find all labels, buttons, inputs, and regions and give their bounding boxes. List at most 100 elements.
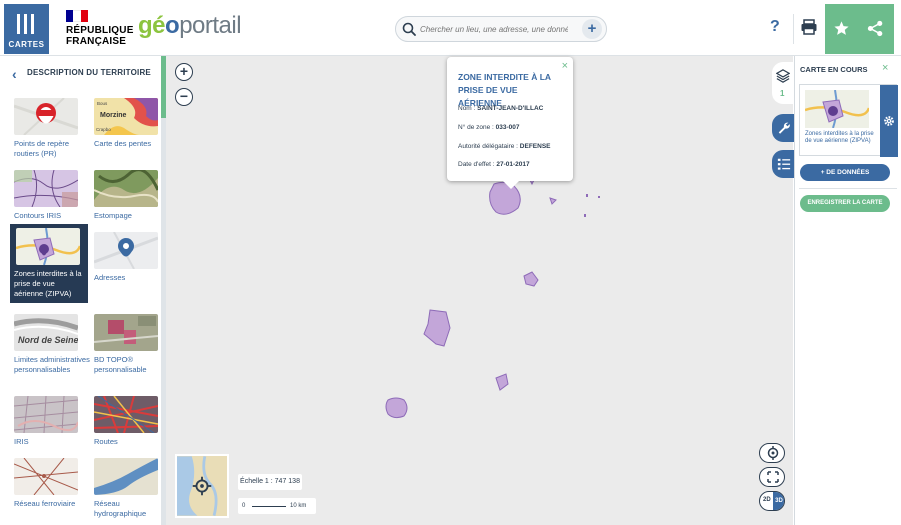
tile-thumbnail (94, 170, 158, 207)
tile-label: BD TOPO® personnalisable (94, 355, 147, 374)
svg-text:Morzine: Morzine (100, 112, 127, 119)
popup-row-effective-date: Date d'effet : 27-01-2017 (458, 161, 530, 168)
layer-tile-bdtopo[interactable]: BD TOPO® personnalisable (94, 314, 163, 375)
overview-minimap[interactable] (175, 454, 229, 518)
print-icon[interactable] (800, 18, 818, 36)
scale-ratio: Échelle 1 : 747 138 (238, 474, 302, 490)
tile-thumbnail (94, 458, 158, 495)
tile-label: Réseau hydrographique (94, 499, 147, 518)
scale-bar: 0 10 km (238, 498, 316, 514)
cartes-menu-button[interactable]: CARTES (4, 4, 49, 54)
layer-tile-iris[interactable]: IRIS (14, 396, 90, 447)
popup-row-name: Nom : SAINT-JEAN-D'ILLAC (458, 105, 544, 112)
map-pin-icon (14, 98, 78, 135)
tools-tab[interactable] (772, 114, 794, 142)
back-chevron-icon[interactable]: ‹ (12, 66, 17, 82)
tile-thumbnail (14, 458, 78, 495)
tile-thumbnail (94, 314, 158, 351)
layer-tile-points-repere[interactable]: Points de repère routiers (PR) (14, 98, 90, 159)
zoom-in-button[interactable]: + (175, 63, 193, 81)
tile-label: Estompage (94, 211, 132, 220)
zone-polygon (495, 373, 509, 391)
wrench-icon (778, 122, 790, 134)
railway-thumbnail-art (14, 458, 78, 495)
layer-tile-adresses[interactable]: Adresses (94, 232, 163, 283)
layers-count: 1 (780, 89, 785, 98)
zone-dot (586, 194, 588, 197)
layer-tile-reseau-ferroviaire[interactable]: Réseau ferroviaire (14, 458, 90, 509)
hamburger-icon (17, 14, 35, 34)
tile-label: Réseau ferroviaire (14, 499, 76, 508)
tile-label: IRIS (14, 437, 29, 446)
search-input[interactable] (418, 21, 570, 37)
app-header: CARTES RÉPUBLIQUE FRANÇAISE géoportail +… (0, 0, 901, 56)
tile-label: Routes (94, 437, 118, 446)
geoportail-logo[interactable]: géoportail (138, 12, 242, 40)
zone-polygon (385, 397, 408, 419)
zipva-thumbnail-art (16, 228, 80, 265)
tile-thumbnail (94, 396, 158, 433)
favorite-button[interactable] (825, 4, 858, 54)
minimap-art (177, 456, 218, 516)
republique-francaise-logo: RÉPUBLIQUE FRANÇAISE (66, 10, 134, 47)
limites-thumbnail-art: Nord de Seine (14, 318, 78, 345)
tile-thumbnail (14, 170, 78, 207)
zone-polygon (423, 309, 451, 347)
layer-tile-contours-iris[interactable]: Contours IRIS (14, 170, 90, 221)
iris-thumbnail-art (14, 396, 78, 433)
share-icon (867, 20, 883, 37)
address-pin-icon (94, 232, 158, 269)
crosshair-icon (767, 446, 779, 460)
save-map-button[interactable]: ENREGISTRER LA CARTE (800, 195, 890, 212)
zone-dot (598, 196, 600, 198)
tile-label: Limites administratives personnalisables (14, 355, 90, 374)
estompage-thumbnail-art (94, 170, 158, 207)
layer-tile-carte-pentes[interactable]: Bous Morzine Crapbo Carte des pentes (94, 98, 163, 149)
cartes-menu-label: CARTES (8, 40, 45, 49)
search-advanced-button[interactable]: + (582, 19, 602, 39)
pentes-thumbnail-art: Bous Morzine Crapbo (96, 98, 158, 135)
toggle-2d[interactable]: 2D (763, 497, 771, 503)
current-map-title: CARTE EN COURS (800, 65, 868, 74)
feature-info-popup: × ZONE INTERDITE À LA PRISE DE VUE AÉRIE… (447, 57, 573, 189)
routes-thumbnail-art (94, 396, 158, 433)
view-mode-toggle[interactable]: 2D 3D (759, 491, 785, 511)
layer-settings-button[interactable] (880, 85, 898, 157)
help-button[interactable]: ? (770, 18, 780, 36)
iris-contours-thumbnail-art (14, 170, 78, 207)
tile-label: Points de repère routiers (PR) (14, 139, 70, 158)
tile-label: Carte des pentes (94, 139, 152, 148)
layer-tile-estompage[interactable]: Estompage (94, 170, 163, 221)
layer-tile-routes[interactable]: Routes (94, 396, 163, 447)
zoom-out-button[interactable]: − (175, 88, 193, 106)
legend-tab[interactable] (772, 150, 794, 178)
popup-row-authority: Autorité délégataire : DEFENSE (458, 143, 551, 150)
add-data-button[interactable]: + DE DONNÉES (800, 164, 890, 181)
share-button[interactable] (858, 4, 894, 54)
close-panel-icon[interactable]: × (882, 62, 888, 74)
popup-close-icon[interactable]: × (562, 60, 568, 72)
bdtopo-thumbnail-art (94, 316, 158, 344)
search-bar[interactable]: + (395, 16, 607, 42)
header-divider (793, 14, 794, 44)
svg-text:Nord de Seine: Nord de Seine (18, 335, 78, 345)
zone-dot (584, 214, 586, 217)
list-icon (777, 158, 791, 170)
active-layer-card[interactable]: Zones interdites à la prise de vue aérie… (799, 84, 898, 157)
territory-description-panel: ‹ DESCRIPTION DU TERRITOIRE Points de re… (4, 56, 164, 525)
layer-name: Zones interdites à la prise de vue aérie… (805, 131, 874, 144)
tile-label: Adresses (94, 273, 126, 282)
gear-icon (884, 116, 894, 126)
star-icon (834, 21, 849, 35)
zone-polygon (523, 271, 539, 287)
search-icon (402, 22, 416, 36)
layer-tile-limites-admin[interactable]: Nord de Seine Limites administratives pe… (14, 314, 90, 375)
geolocate-button[interactable] (759, 443, 785, 463)
layer-tile-reseau-hydro[interactable]: Réseau hydrographique (94, 458, 163, 519)
fullscreen-button[interactable] (759, 467, 785, 487)
layer-tile-zipva[interactable]: Zones interdites à la prise de vue aérie… (10, 224, 88, 303)
tile-thumbnail: Nord de Seine (14, 314, 78, 351)
layers-tool-tab[interactable]: 1 (772, 62, 794, 104)
svg-text:Crapbo: Crapbo (96, 127, 111, 132)
zone-polygon (549, 197, 557, 205)
